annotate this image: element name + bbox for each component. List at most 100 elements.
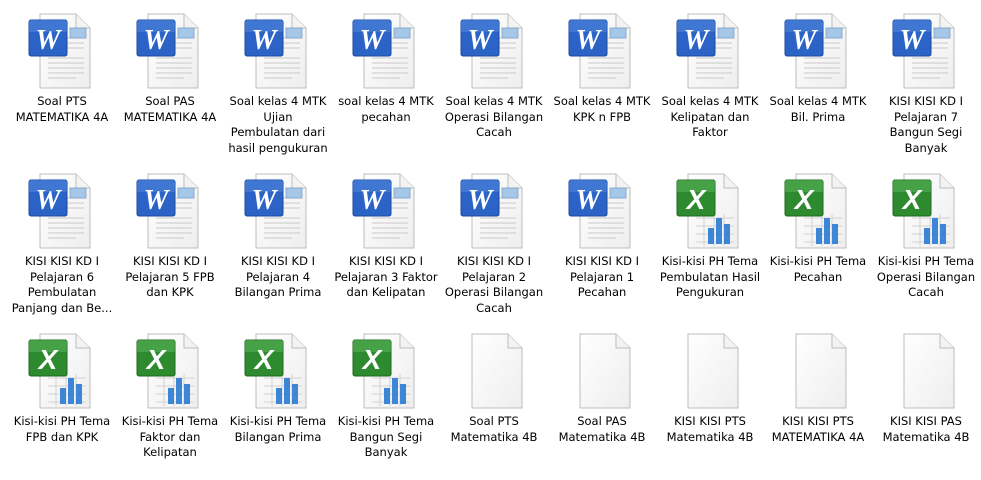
svg-text:W: W xyxy=(900,25,927,56)
file-name-label: Kisi-kisi PH Tema FPB dan KPK xyxy=(13,414,111,444)
file-name-label: soal kelas 4 MTK pecahan xyxy=(338,94,434,124)
file-name-label: KISI KISI PAS Matematika 4B xyxy=(882,414,970,444)
blank-file-icon xyxy=(674,330,746,410)
svg-text:W: W xyxy=(468,25,495,56)
word-document-icon: W xyxy=(134,170,206,250)
file-item[interactable]: Soal PTS Matematika 4B xyxy=(440,330,548,480)
file-item[interactable]: X Kisi-kisi PH Tema Pembulatan Hasil Pen… xyxy=(656,170,764,320)
word-document-icon: W xyxy=(566,10,638,90)
svg-text:W: W xyxy=(576,185,603,216)
svg-text:X: X xyxy=(901,184,924,215)
file-item[interactable]: W Soal kelas 4 MTK Ujian Pembulatan dari… xyxy=(224,10,332,160)
word-document-icon: W xyxy=(242,10,314,90)
word-document-icon: W xyxy=(674,10,746,90)
file-item[interactable]: W KISI KISI KD I Pelajaran 3 Faktor dan … xyxy=(332,170,440,320)
blank-file-icon xyxy=(458,330,530,410)
excel-spreadsheet-icon: X xyxy=(26,330,98,410)
file-item[interactable]: W Soal kelas 4 MTK Kelipatan dan Faktor xyxy=(656,10,764,160)
file-name-label: Soal kelas 4 MTK Bil. Prima xyxy=(769,94,867,124)
file-item[interactable]: X Kisi-kisi PH Tema Bilangan Prima xyxy=(224,330,332,480)
file-item[interactable]: W Soal kelas 4 MTK Operasi Bilangan Caca… xyxy=(440,10,548,160)
file-name-label: Soal PAS Matematika 4B xyxy=(558,414,646,444)
svg-text:X: X xyxy=(685,184,708,215)
file-item[interactable]: W Soal kelas 4 MTK Bil. Prima xyxy=(764,10,872,160)
file-item[interactable]: X Kisi-kisi PH Tema Pecahan xyxy=(764,170,872,320)
file-item[interactable]: W KISI KISI KD I Pelajaran 5 FPB dan KPK xyxy=(116,170,224,320)
file-name-label: KISI KISI PTS MATEMATIKA 4A xyxy=(771,414,865,444)
file-item[interactable]: KISI KISI PTS MATEMATIKA 4A xyxy=(764,330,872,480)
word-document-icon: W xyxy=(566,170,638,250)
svg-text:W: W xyxy=(144,25,171,56)
file-name-label: Soal PAS MATEMATIKA 4A xyxy=(123,94,217,124)
file-name-label: KISI KISI KD I Pelajaran 4 Bilangan Prim… xyxy=(234,254,322,299)
file-name-label: Kisi-kisi PH Tema Bilangan Prima xyxy=(229,414,327,444)
svg-text:W: W xyxy=(144,185,171,216)
file-item[interactable]: W KISI KISI KD I Pelajaran 6 Pembulatan … xyxy=(8,170,116,320)
file-name-label: KISI KISI KD I Pelajaran 5 FPB dan KPK xyxy=(125,254,215,299)
file-name-label: Kisi-kisi PH Tema Faktor dan Kelipatan xyxy=(121,414,219,459)
file-name-label: Kisi-kisi PH Tema Operasi Bilangan Cacah xyxy=(876,254,976,299)
blank-file-icon xyxy=(782,330,854,410)
svg-text:X: X xyxy=(37,344,60,375)
file-name-label: KISI KISI KD I Pelajaran 2 Operasi Bilan… xyxy=(444,254,544,315)
file-name-label: Kisi-kisi PH Tema Bangun Segi Banyak xyxy=(337,414,435,459)
word-document-icon: W xyxy=(782,10,854,90)
svg-text:W: W xyxy=(252,25,279,56)
svg-text:W: W xyxy=(792,25,819,56)
file-name-label: KISI KISI KD I Pelajaran 3 Faktor dan Ke… xyxy=(334,254,438,299)
file-name-label: Soal PTS MATEMATIKA 4A xyxy=(15,94,109,124)
svg-text:W: W xyxy=(468,185,495,216)
file-item[interactable]: W soal kelas 4 MTK pecahan xyxy=(332,10,440,160)
blank-file-icon xyxy=(566,330,638,410)
excel-spreadsheet-icon: X xyxy=(134,330,206,410)
blank-file-icon xyxy=(890,330,962,410)
file-name-label: Kisi-kisi PH Tema Pecahan xyxy=(769,254,867,284)
file-name-label: KISI KISI KD I Pelajaran 7 Bangun Segi B… xyxy=(888,94,963,155)
file-name-label: Soal kelas 4 MTK Kelipatan dan Faktor xyxy=(661,94,759,139)
file-item[interactable]: W KISI KISI KD I Pelajaran 7 Bangun Segi… xyxy=(872,10,980,160)
file-name-label: Soal kelas 4 MTK Ujian Pembulatan dari h… xyxy=(228,94,328,155)
file-item[interactable]: W KISI KISI KD I Pelajaran 2 Operasi Bil… xyxy=(440,170,548,320)
svg-text:X: X xyxy=(253,344,276,375)
file-item[interactable]: Soal PAS Matematika 4B xyxy=(548,330,656,480)
file-icon-grid: W Soal PTS MATEMATIKA 4A W Soal PAS MATE… xyxy=(0,0,981,469)
file-item[interactable]: W Soal kelas 4 MTK KPK n FPB xyxy=(548,10,656,160)
excel-spreadsheet-icon: X xyxy=(782,170,854,250)
svg-text:W: W xyxy=(36,25,63,56)
word-document-icon: W xyxy=(458,170,530,250)
file-item[interactable]: W KISI KISI KD I Pelajaran 4 Bilangan Pr… xyxy=(224,170,332,320)
svg-text:W: W xyxy=(252,185,279,216)
svg-text:X: X xyxy=(361,344,384,375)
file-item[interactable]: X Kisi-kisi PH Tema Faktor dan Kelipatan xyxy=(116,330,224,480)
file-item[interactable]: X Kisi-kisi PH Tema Bangun Segi Banyak xyxy=(332,330,440,480)
excel-spreadsheet-icon: X xyxy=(242,330,314,410)
file-name-label: Soal PTS Matematika 4B xyxy=(450,414,538,444)
file-name-label: Kisi-kisi PH Tema Pembulatan Hasil Pengu… xyxy=(659,254,761,299)
file-item[interactable]: KISI KISI PAS Matematika 4B xyxy=(872,330,980,480)
excel-spreadsheet-icon: X xyxy=(350,330,422,410)
file-item[interactable]: X Kisi-kisi PH Tema FPB dan KPK xyxy=(8,330,116,480)
word-document-icon: W xyxy=(134,10,206,90)
word-document-icon: W xyxy=(242,170,314,250)
svg-text:X: X xyxy=(793,184,816,215)
excel-spreadsheet-icon: X xyxy=(674,170,746,250)
file-name-label: KISI KISI PTS Matematika 4B xyxy=(666,414,754,444)
word-document-icon: W xyxy=(350,10,422,90)
file-item[interactable]: KISI KISI PTS Matematika 4B xyxy=(656,330,764,480)
word-document-icon: W xyxy=(26,10,98,90)
file-item[interactable]: W Soal PAS MATEMATIKA 4A xyxy=(116,10,224,160)
word-document-icon: W xyxy=(458,10,530,90)
file-item[interactable]: W Soal PTS MATEMATIKA 4A xyxy=(8,10,116,160)
svg-text:W: W xyxy=(576,25,603,56)
svg-text:X: X xyxy=(145,344,168,375)
word-document-icon: W xyxy=(26,170,98,250)
file-item[interactable]: W KISI KISI KD I Pelajaran 1 Pecahan xyxy=(548,170,656,320)
word-document-icon: W xyxy=(350,170,422,250)
svg-text:W: W xyxy=(360,25,387,56)
file-item[interactable]: X Kisi-kisi PH Tema Operasi Bilangan Cac… xyxy=(872,170,980,320)
word-document-icon: W xyxy=(890,10,962,90)
excel-spreadsheet-icon: X xyxy=(890,170,962,250)
svg-text:W: W xyxy=(360,185,387,216)
file-name-label: Soal kelas 4 MTK KPK n FPB xyxy=(553,94,651,124)
file-name-label: KISI KISI KD I Pelajaran 6 Pembulatan Pa… xyxy=(11,254,113,315)
